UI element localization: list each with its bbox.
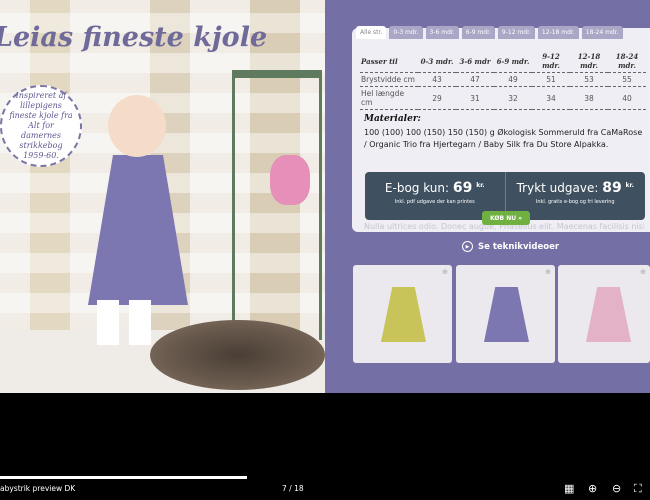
print-unit: kr.	[625, 182, 634, 189]
tab-all-sizes[interactable]: Alle str.	[356, 26, 387, 39]
play-icon: ▶	[462, 241, 473, 252]
col-header: 12-18 mdr.	[570, 50, 608, 73]
progress-bar[interactable]	[0, 476, 247, 479]
tab-9-12[interactable]: 9-12 mdr.	[497, 26, 535, 39]
table-row: Hel længde cm 29 31 32 34 38 40	[360, 86, 646, 110]
chair	[232, 70, 322, 340]
page-number: 7 / 18	[282, 484, 304, 493]
tab-0-3[interactable]: 0-3 mdr.	[389, 26, 423, 39]
cell: 47	[456, 72, 494, 87]
info-badge: Inspireret af lillepigens fineste kjole …	[0, 85, 82, 167]
materials-text: 100 (100) 100 (150) 150 (150) g Økologis…	[364, 128, 643, 149]
col-header: 3-6 mdr	[456, 50, 494, 73]
size-table: Passer til 0-3 mdr. 3-6 mdr 6-9 mdr. 9-1…	[360, 50, 646, 110]
zoom-icon: ⊕	[640, 268, 646, 276]
col-header: 18-24 mdr.	[608, 50, 646, 73]
dress-image	[381, 287, 426, 342]
tab-6-9[interactable]: 6-9 mdr.	[461, 26, 495, 39]
cell: 32	[494, 86, 532, 110]
child-head	[108, 95, 166, 157]
cell: Hel længde cm	[360, 86, 418, 110]
print-amount: 89	[602, 180, 622, 196]
zoom-icon: ⊕	[545, 268, 551, 276]
grid-icon[interactable]: ▦	[564, 482, 574, 495]
materials-heading: Materialer:	[364, 114, 421, 124]
thumbnail-purple-dress[interactable]: ⊕	[456, 265, 555, 363]
ebook-unit: kr.	[476, 182, 485, 189]
buy-now-button[interactable]: KØB NU »	[482, 211, 530, 225]
cell: 43	[418, 72, 456, 87]
child-legs	[97, 300, 152, 345]
badge-text: Inspireret af lillepigens fineste kjole …	[9, 91, 73, 160]
ebook-label: E-bog kun:	[384, 181, 450, 195]
ebook-note: Inkl. pdf udgave der kan printes	[394, 199, 475, 205]
col-header: 9-12 mdr.	[532, 50, 570, 73]
print-label: Trykt udgave:	[516, 181, 599, 195]
cell: 53	[570, 72, 608, 87]
col-header: 0-3 mdr.	[418, 50, 456, 73]
cell: 29	[418, 86, 456, 110]
cell: 55	[608, 72, 646, 87]
right-page: Alle str. 0-3 mdr. 3-6 mdr. 6-9 mdr. 9-1…	[325, 0, 650, 393]
print-note: Inkl. gratis e-bog og fri levering	[535, 199, 615, 205]
col-header: Passer til	[360, 50, 418, 73]
thumbnail-yellow-dress[interactable]: ⊕	[353, 265, 452, 363]
cell: 51	[532, 72, 570, 87]
toy-bunny	[270, 155, 310, 205]
cell: 49	[494, 72, 532, 87]
tab-18-24[interactable]: 18-24 mdr.	[581, 26, 623, 39]
zoom-in-icon[interactable]: ⊕	[588, 482, 597, 495]
cell: 34	[532, 86, 570, 110]
fullscreen-icon[interactable]: ⛶	[634, 482, 642, 496]
dress-image	[484, 287, 529, 342]
dress-image	[586, 287, 631, 342]
thumbnail-pink-dress[interactable]: ⊕	[558, 265, 650, 363]
tab-12-18[interactable]: 12-18 mdr.	[537, 26, 579, 39]
zoom-out-icon[interactable]: ⊖	[612, 482, 621, 495]
zoom-icon: ⊕	[442, 268, 448, 276]
cell: 38	[570, 86, 608, 110]
page-title: Leias fineste kjole	[0, 22, 268, 53]
col-header: 6-9 mdr.	[494, 50, 532, 73]
document-name: abystrik preview DK	[0, 484, 76, 493]
cell: 31	[456, 86, 494, 110]
table-row: Brystvidde cm 43 47 49 51 53 55	[360, 72, 646, 87]
ebook-amount: 69	[452, 180, 473, 196]
size-tabs: Alle str. 0-3 mdr. 3-6 mdr. 6-9 mdr. 9-1…	[356, 26, 623, 39]
table-header: Passer til 0-3 mdr. 3-6 mdr 6-9 mdr. 9-1…	[360, 50, 646, 73]
cell: 40	[608, 86, 646, 110]
cell: Brystvidde cm	[360, 72, 418, 87]
video-link-label: Se teknikvideoer	[478, 241, 560, 252]
tab-3-6[interactable]: 3-6 mdr.	[425, 26, 459, 39]
video-link[interactable]: ▶ Se teknikvideoer	[462, 241, 559, 252]
left-page-photo: Leias fineste kjole Inspireret af lillep…	[0, 0, 325, 393]
fur-rug	[150, 320, 325, 390]
